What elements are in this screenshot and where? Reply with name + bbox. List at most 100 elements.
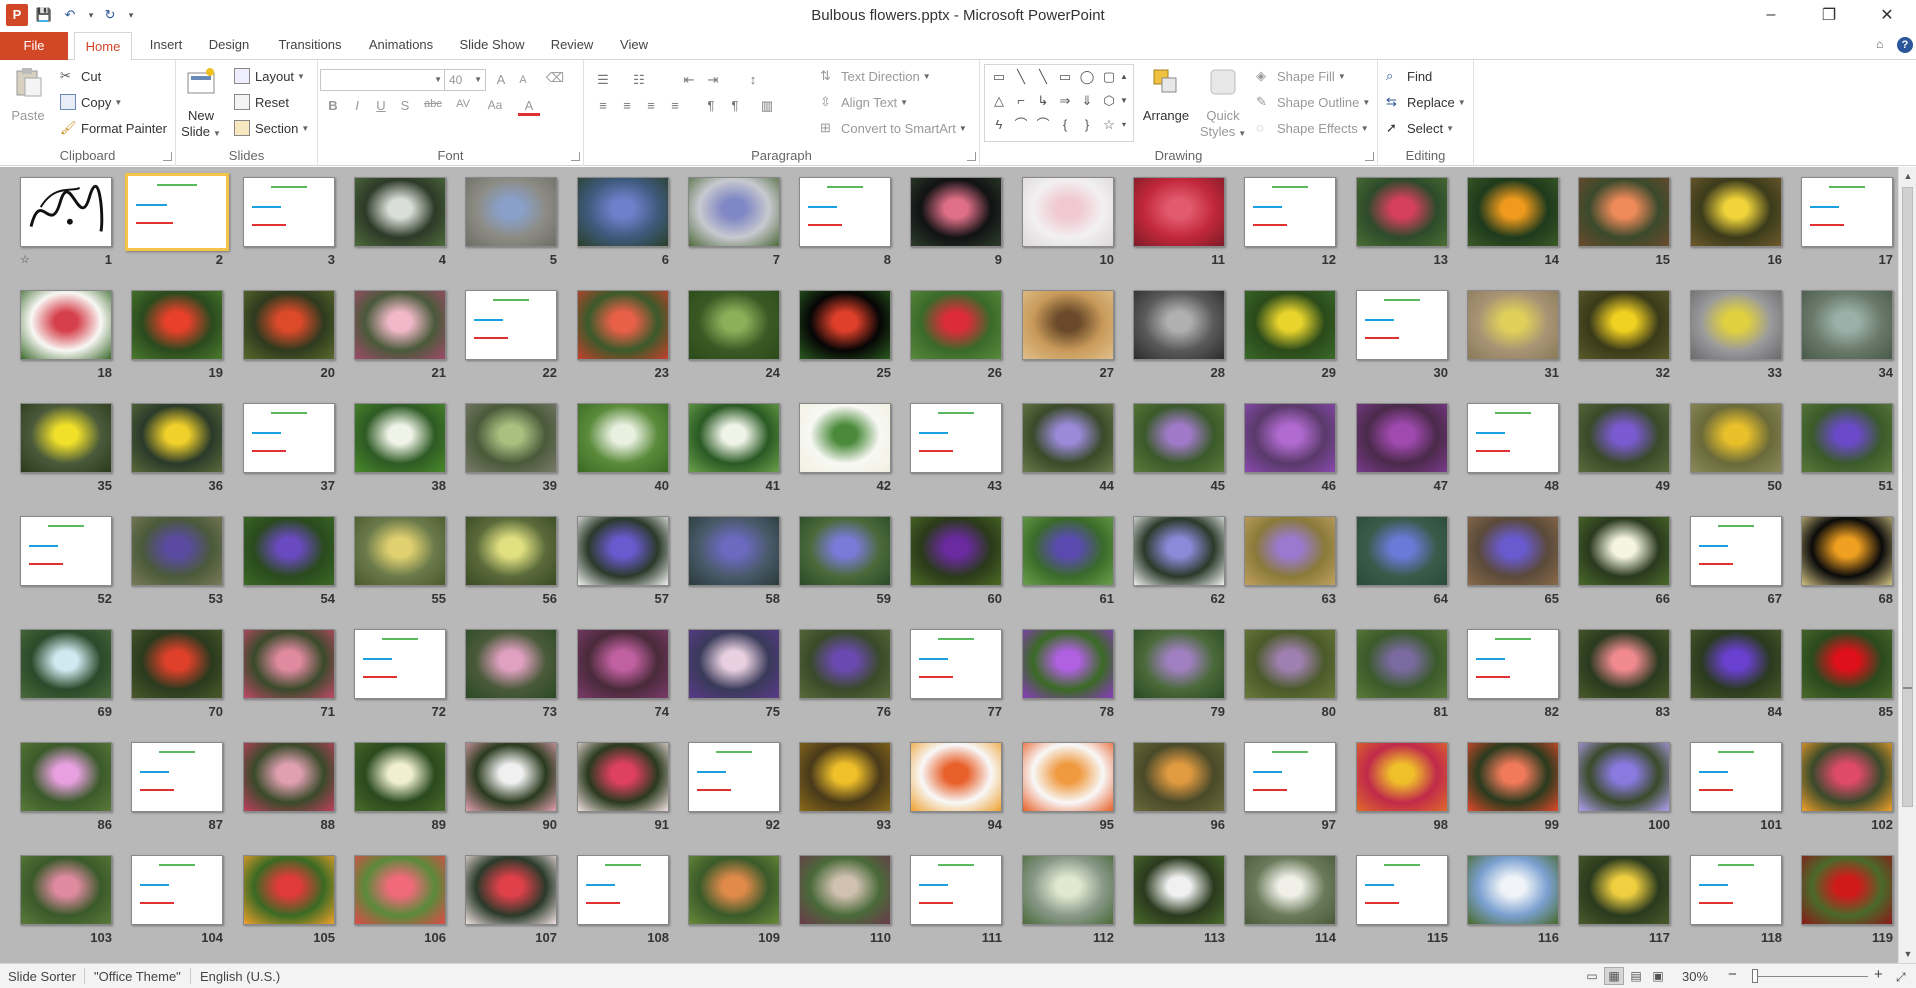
- align-left-icon[interactable]: ≡: [592, 98, 614, 113]
- slide-thumbnail[interactable]: [1578, 516, 1670, 586]
- line-shape-icon[interactable]: ╲: [1035, 69, 1051, 85]
- tab-review[interactable]: Review: [544, 30, 600, 60]
- dialog-launcher-icon[interactable]: [1365, 152, 1374, 161]
- layout-button[interactable]: Layout ▼: [234, 68, 305, 84]
- slide-thumbnail[interactable]: [1578, 403, 1670, 473]
- gallery-scroll-down-icon[interactable]: ▼: [1118, 93, 1130, 109]
- slide-thumbnail[interactable]: [1578, 742, 1670, 812]
- bullets-icon[interactable]: ☰: [592, 72, 614, 88]
- vertical-scrollbar[interactable]: ▲ ▼: [1898, 167, 1916, 963]
- slide-thumbnail[interactable]: [1244, 403, 1336, 473]
- slide-thumbnail[interactable]: [1467, 177, 1559, 247]
- slide-thumbnail[interactable]: [1801, 403, 1893, 473]
- align-center-icon[interactable]: ≡: [616, 98, 638, 113]
- align-text-button[interactable]: ⇳ Align Text ▼: [820, 94, 908, 110]
- clear-formatting-icon[interactable]: ⌫: [544, 70, 566, 86]
- slide-thumbnail[interactable]: [465, 855, 557, 925]
- zoom-slider-track[interactable]: [1752, 976, 1868, 977]
- format-painter-button[interactable]: 🖌 Format Painter: [60, 120, 167, 136]
- new-slide-button[interactable]: New Slide ▼: [176, 66, 226, 142]
- slide-thumbnail[interactable]: [243, 855, 335, 925]
- close-button[interactable]: ✕: [1864, 0, 1910, 30]
- slide-thumbnail[interactable]: [577, 742, 669, 812]
- arrange-button[interactable]: Arrange: [1138, 66, 1194, 124]
- slide-thumbnail[interactable]: [799, 516, 891, 586]
- slide-thumbnail[interactable]: [465, 290, 557, 360]
- scroll-down-icon[interactable]: ▼: [1899, 945, 1916, 963]
- slide-sorter-view-icon[interactable]: ▦: [1604, 967, 1624, 985]
- slide-thumbnail[interactable]: [1801, 290, 1893, 360]
- slide-thumbnail[interactable]: [1133, 629, 1225, 699]
- slide-thumbnail[interactable]: [910, 290, 1002, 360]
- slide-thumbnail[interactable]: [688, 403, 780, 473]
- slide-thumbnail[interactable]: [125, 173, 229, 251]
- slide-thumbnail[interactable]: [1467, 403, 1559, 473]
- slide-thumbnail[interactable]: [577, 177, 669, 247]
- zoom-out-button[interactable]: −: [1728, 966, 1737, 984]
- slide-thumbnail[interactable]: [243, 177, 335, 247]
- hexagon-shape-icon[interactable]: ⬡: [1101, 93, 1117, 109]
- shadow-button[interactable]: S: [394, 98, 416, 113]
- shape-effects-button[interactable]: ◌ Shape Effects ▼: [1256, 120, 1369, 136]
- underline-button[interactable]: U: [370, 98, 392, 113]
- tab-design[interactable]: Design: [200, 30, 258, 60]
- font-name-box[interactable]: ▼: [320, 69, 446, 91]
- star-shape-icon[interactable]: ☆: [1101, 117, 1117, 133]
- slide-thumbnail[interactable]: [1133, 855, 1225, 925]
- slide-thumbnail[interactable]: [354, 855, 446, 925]
- slide-thumbnail[interactable]: [131, 629, 223, 699]
- shapes-gallery[interactable]: ▭ ╲ ╲ ▭ ◯ ▢ △ ⌐ ↳ ⇒ ⇓ ⬡ ϟ ⌒ ⌒ { } ☆ ▲ ▼ …: [984, 64, 1134, 142]
- slide-thumbnail[interactable]: [354, 742, 446, 812]
- slide-thumbnail[interactable]: [1578, 855, 1670, 925]
- slide-sorter-pane[interactable]: 1 ☆ 2 3 4 5 6 7 8 9 10 11 12 13 14 15 16 17 18 19 20 21 22 23 24…: [0, 167, 1898, 963]
- tab-transitions[interactable]: Transitions: [270, 30, 350, 60]
- slide-thumbnail[interactable]: [1133, 177, 1225, 247]
- rounded-rectangle-shape-icon[interactable]: ▢: [1101, 69, 1117, 85]
- convert-smartart-button[interactable]: ⊞ Convert to SmartArt ▼: [820, 120, 967, 136]
- rectangle-shape-icon[interactable]: ▭: [1057, 69, 1073, 85]
- slide-thumbnail[interactable]: [1467, 742, 1559, 812]
- shrink-font-button[interactable]: A: [512, 74, 534, 86]
- fit-to-window-icon[interactable]: ⤢: [1896, 968, 1906, 986]
- slide-thumbnail[interactable]: [20, 516, 112, 586]
- slide-thumbnail[interactable]: [1133, 290, 1225, 360]
- minimize-button[interactable]: –: [1748, 0, 1794, 30]
- italic-button[interactable]: I: [346, 98, 368, 113]
- slide-thumbnail[interactable]: [688, 629, 780, 699]
- slide-thumbnail[interactable]: [1801, 177, 1893, 247]
- slide-thumbnail[interactable]: [131, 516, 223, 586]
- slide-thumbnail[interactable]: [688, 516, 780, 586]
- slide-thumbnail[interactable]: [1356, 290, 1448, 360]
- slide-thumbnail[interactable]: [688, 177, 780, 247]
- select-button[interactable]: ➚ Select ▼: [1386, 120, 1454, 136]
- scroll-up-icon[interactable]: ▲: [1899, 167, 1916, 185]
- slide-thumbnail[interactable]: [1801, 516, 1893, 586]
- slide-thumbnail[interactable]: [1467, 855, 1559, 925]
- dialog-launcher-icon[interactable]: [163, 152, 172, 161]
- slide-thumbnail[interactable]: [20, 742, 112, 812]
- slide-thumbnail[interactable]: [1022, 403, 1114, 473]
- decrease-indent-icon[interactable]: ⇤: [678, 72, 700, 88]
- slide-thumbnail[interactable]: [910, 742, 1002, 812]
- line-shape-icon[interactable]: ╲: [1013, 69, 1029, 85]
- section-button[interactable]: Section ▼: [234, 120, 309, 136]
- minimize-ribbon-icon[interactable]: ⌂: [1876, 37, 1883, 51]
- slide-thumbnail[interactable]: [1022, 855, 1114, 925]
- font-size-box[interactable]: 40 ▼: [444, 69, 486, 91]
- slide-thumbnail[interactable]: [354, 403, 446, 473]
- slide-thumbnail[interactable]: [20, 403, 112, 473]
- columns-icon[interactable]: ▥: [756, 98, 778, 114]
- slide-thumbnail[interactable]: [131, 855, 223, 925]
- slide-thumbnail[interactable]: [1801, 742, 1893, 812]
- slide-thumbnail[interactable]: [1022, 629, 1114, 699]
- slide-thumbnail[interactable]: [20, 629, 112, 699]
- slide-thumbnail[interactable]: [131, 403, 223, 473]
- reading-view-icon[interactable]: ▤: [1626, 967, 1646, 985]
- slide-thumbnail[interactable]: [20, 177, 112, 247]
- slide-thumbnail[interactable]: [465, 742, 557, 812]
- connector-shape-icon[interactable]: ↳: [1035, 93, 1051, 109]
- slide-thumbnail[interactable]: [243, 403, 335, 473]
- slide-transition-icon[interactable]: ☆: [20, 253, 30, 266]
- slide-thumbnail[interactable]: [354, 177, 446, 247]
- help-icon[interactable]: ?: [1897, 37, 1913, 53]
